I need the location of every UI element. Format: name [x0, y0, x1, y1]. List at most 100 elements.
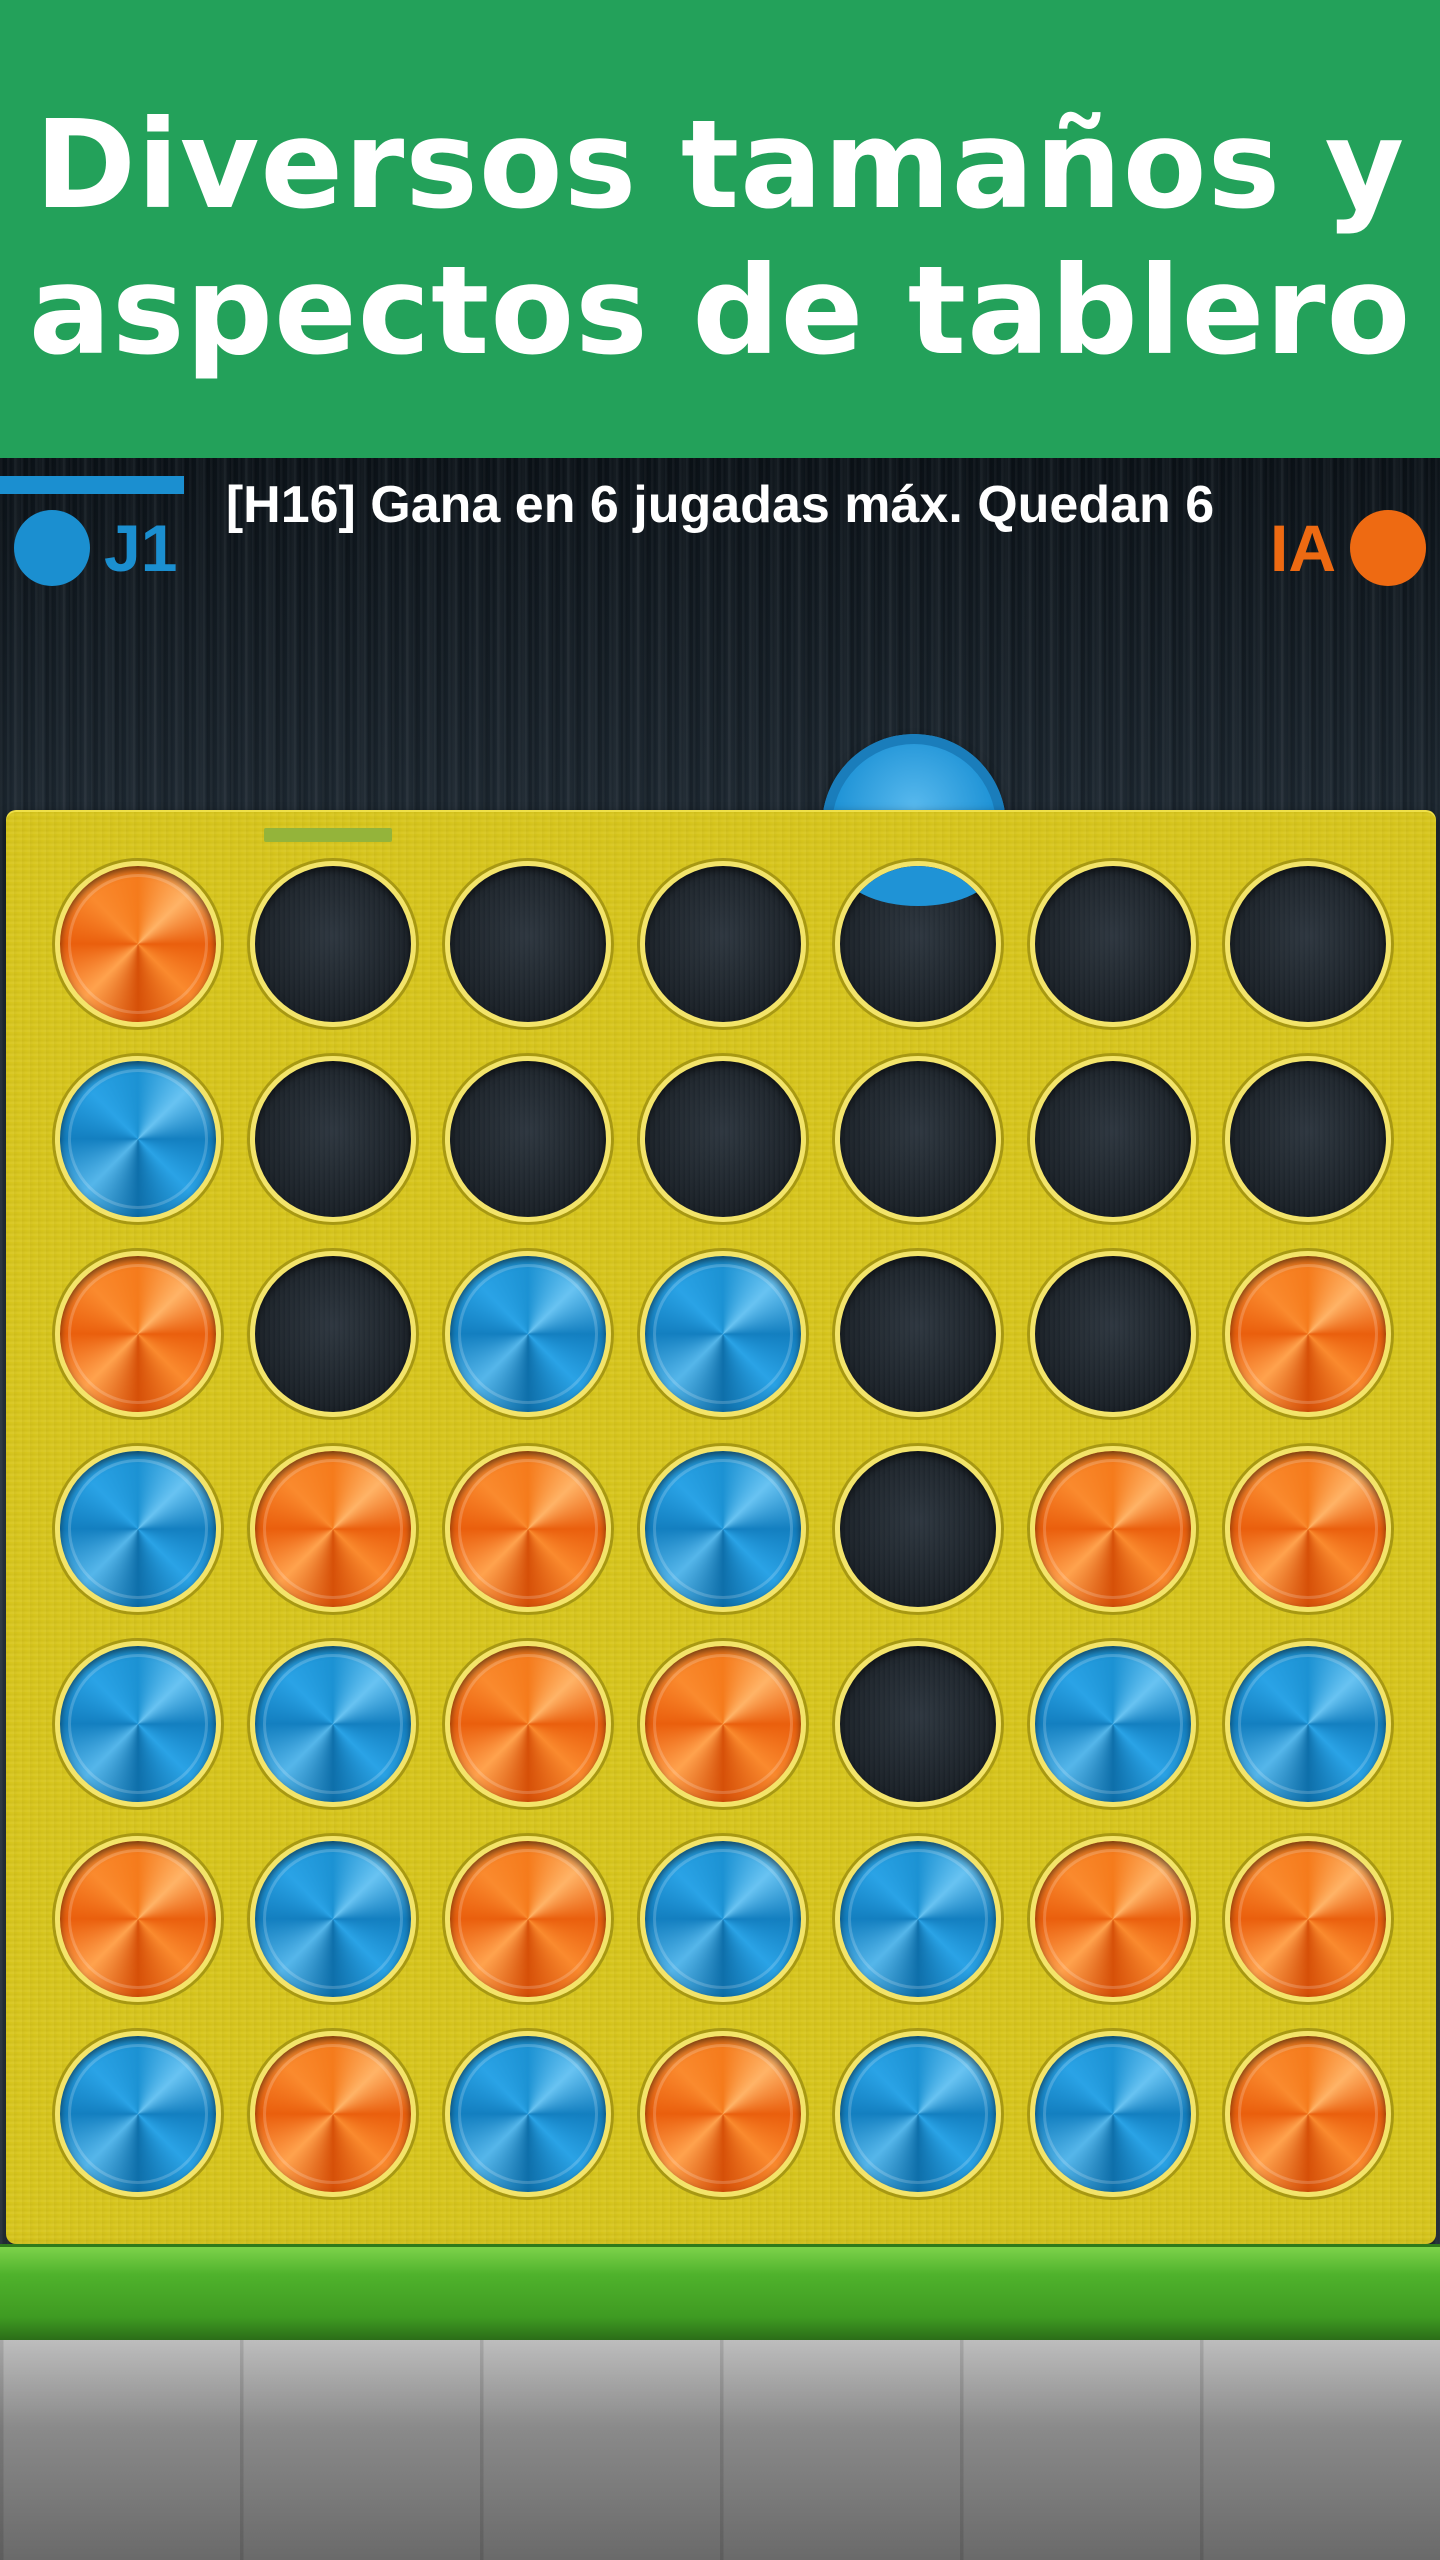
blue-disc — [639, 1250, 806, 1417]
empty-slot — [444, 860, 611, 1027]
orange-disc — [1029, 1835, 1196, 2002]
player-1-disc-icon — [14, 510, 90, 586]
board-cell[interactable] — [40, 1431, 235, 1626]
board-cell[interactable] — [40, 1041, 235, 1236]
board-cell[interactable] — [235, 1821, 430, 2016]
board-cell[interactable] — [235, 1431, 430, 1626]
blue-disc — [1224, 1640, 1391, 1807]
banner-title-line-2: aspectos de tablero — [28, 240, 1412, 382]
orange-disc — [639, 2030, 806, 2197]
floor — [0, 2340, 1440, 2560]
board-cell[interactable] — [430, 1626, 625, 1821]
banner-title-line-1: Diversos tamaños y — [34, 94, 1406, 236]
board-cell[interactable] — [1015, 1626, 1210, 1821]
board-cell[interactable] — [625, 1626, 820, 1821]
orange-disc — [54, 860, 221, 1027]
board-cell[interactable] — [40, 2016, 235, 2211]
blue-disc — [54, 1055, 221, 1222]
blue-disc — [54, 1445, 221, 1612]
board-cell[interactable] — [235, 1236, 430, 1431]
orange-disc — [54, 1250, 221, 1417]
empty-slot — [444, 1055, 611, 1222]
empty-slot — [1029, 1055, 1196, 1222]
empty-slot — [834, 1640, 1001, 1807]
board-cell[interactable] — [430, 2016, 625, 2211]
board-cell[interactable] — [820, 1431, 1015, 1626]
board-cell[interactable] — [1210, 846, 1405, 1041]
blue-disc — [444, 2030, 611, 2197]
board-cell[interactable] — [430, 846, 625, 1041]
blue-disc — [54, 1640, 221, 1807]
pending-disc-peek — [839, 865, 996, 906]
board-cell[interactable] — [235, 846, 430, 1041]
blue-disc — [1029, 2030, 1196, 2197]
board-cell[interactable] — [40, 1626, 235, 1821]
board-cell[interactable] — [1015, 1041, 1210, 1236]
board-cell[interactable] — [625, 846, 820, 1041]
blue-disc — [444, 1250, 611, 1417]
board-cell[interactable] — [1210, 1626, 1405, 1821]
board-cell[interactable] — [625, 1236, 820, 1431]
board-cell[interactable] — [625, 1821, 820, 2016]
board-cell[interactable] — [820, 846, 1015, 1041]
orange-disc — [1029, 1445, 1196, 1612]
game-status-text: [H16] Gana en 6 jugadas máx. Quedan 6 — [225, 476, 1215, 534]
orange-disc — [444, 1640, 611, 1807]
blue-disc — [54, 2030, 221, 2197]
player-1-indicator: J1 — [14, 508, 177, 588]
orange-disc — [444, 1835, 611, 2002]
board-cell[interactable] — [430, 1821, 625, 2016]
board-cell[interactable] — [625, 1041, 820, 1236]
board-cell[interactable] — [40, 846, 235, 1041]
board-cell[interactable] — [430, 1236, 625, 1431]
board-cell[interactable] — [1210, 1821, 1405, 2016]
orange-disc — [1224, 1835, 1391, 2002]
board-cell[interactable] — [820, 2016, 1015, 2211]
board-cell[interactable] — [1210, 1041, 1405, 1236]
blue-disc — [639, 1445, 806, 1612]
empty-slot — [249, 860, 416, 1027]
board-cell[interactable] — [1015, 1431, 1210, 1626]
blue-disc — [249, 1835, 416, 2002]
board-cell[interactable] — [1015, 2016, 1210, 2211]
board-cell[interactable] — [625, 2016, 820, 2211]
board-cell[interactable] — [1015, 846, 1210, 1041]
board-cell[interactable] — [1015, 1236, 1210, 1431]
orange-disc — [54, 1835, 221, 2002]
board-cell[interactable] — [430, 1041, 625, 1236]
board-cell[interactable] — [820, 1626, 1015, 1821]
board-cell[interactable] — [40, 1236, 235, 1431]
empty-slot — [249, 1055, 416, 1222]
board-cell[interactable] — [235, 1041, 430, 1236]
board-cell[interactable] — [1015, 1821, 1210, 2016]
promo-banner: Diversos tamaños y aspectos de tablero — [0, 0, 1440, 458]
orange-disc — [1224, 2030, 1391, 2197]
empty-slot — [834, 1055, 1001, 1222]
board-cell[interactable] — [1210, 2016, 1405, 2211]
blue-disc — [1029, 1640, 1196, 1807]
empty-slot — [834, 1250, 1001, 1417]
blue-disc — [834, 2030, 1001, 2197]
board-cell[interactable] — [40, 1821, 235, 2016]
board-cell[interactable] — [430, 1431, 625, 1626]
player-2-indicator: IA — [1270, 508, 1426, 588]
empty-slot — [249, 1250, 416, 1417]
board-cell[interactable] — [820, 1041, 1015, 1236]
board-cell[interactable] — [1210, 1236, 1405, 1431]
board-cell[interactable] — [625, 1431, 820, 1626]
board-cell[interactable] — [235, 1626, 430, 1821]
orange-disc — [249, 2030, 416, 2197]
board-cell[interactable] — [235, 2016, 430, 2211]
active-turn-indicator — [0, 476, 184, 494]
empty-slot — [1224, 860, 1391, 1027]
player-2-disc-icon — [1350, 510, 1426, 586]
empty-slot — [639, 860, 806, 1027]
empty-slot — [834, 1445, 1001, 1612]
board-cell[interactable] — [820, 1821, 1015, 2016]
board-cell[interactable] — [1210, 1431, 1405, 1626]
player-2-name: IA — [1270, 511, 1336, 585]
empty-slot — [1029, 860, 1196, 1027]
blue-disc — [834, 1835, 1001, 2002]
board-cell[interactable] — [820, 1236, 1015, 1431]
orange-disc — [444, 1445, 611, 1612]
